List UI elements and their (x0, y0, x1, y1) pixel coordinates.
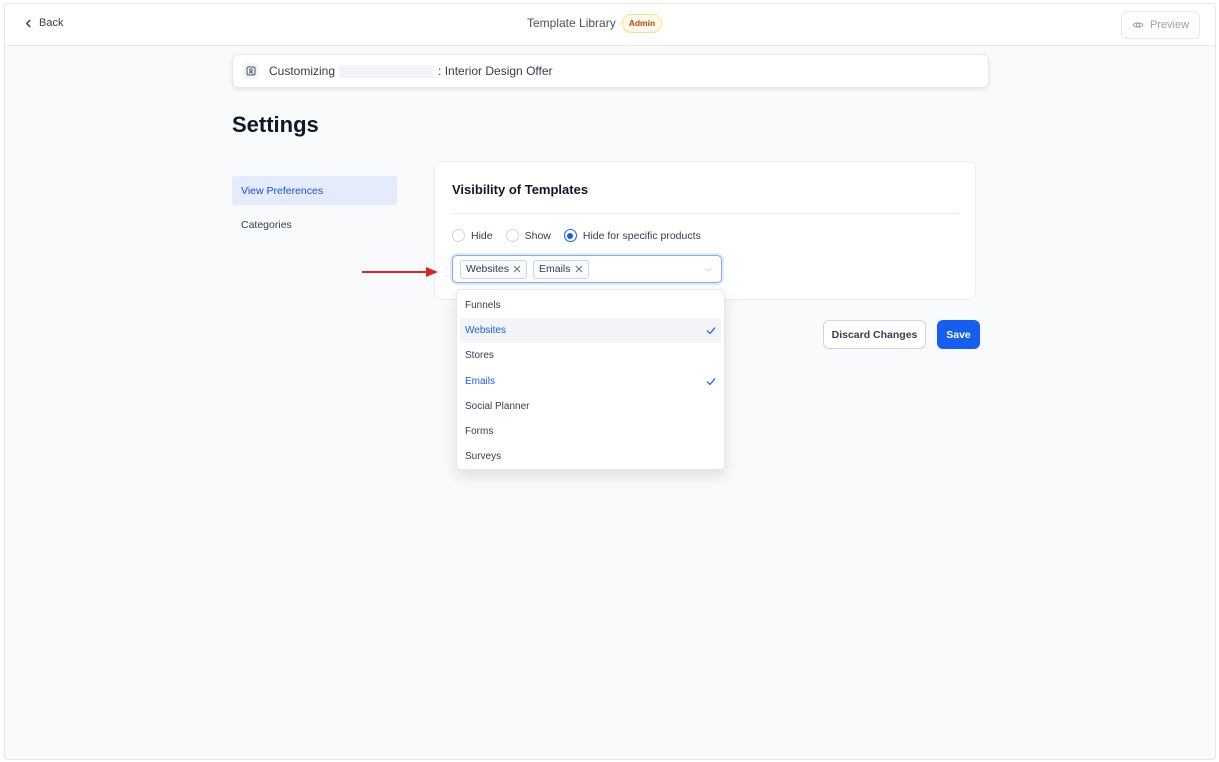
close-icon[interactable] (513, 265, 521, 273)
option-label: Websites (465, 325, 506, 337)
discard-changes-button[interactable]: Discard Changes (823, 320, 926, 349)
product-dropdown-menu: Funnels Websites Stores Emails Social Pl… (456, 289, 725, 470)
save-button[interactable]: Save (937, 320, 980, 349)
visibility-card: Visibility of Templates Hide Show Hide f… (434, 161, 976, 300)
option-label: Forms (465, 426, 494, 438)
selected-tag-emails: Emails (533, 259, 589, 279)
close-icon[interactable] (575, 265, 583, 273)
dropdown-option-surveys[interactable]: Surveys (460, 444, 721, 469)
app-frame: Back Template Library Admin Preview Cust… (4, 3, 1216, 760)
sidebar-item-label: Categories (241, 218, 292, 231)
selected-tag-websites: Websites (460, 259, 527, 279)
radio-show[interactable]: Show (505, 229, 551, 242)
red-arrow-annotation (362, 267, 438, 277)
sidebar-item-label: View Preferences (241, 184, 324, 197)
back-label: Back (39, 17, 64, 29)
customizing-prefix: Customizing (269, 64, 336, 78)
radio-label: Hide for specific products (582, 229, 701, 242)
top-bar: Back Template Library Admin Preview (5, 4, 1215, 46)
option-label: Funnels (465, 300, 501, 312)
option-label: Social Planner (465, 400, 530, 412)
sidebar-item-categories[interactable]: Categories (232, 210, 397, 239)
dropdown-option-social-planner[interactable]: Social Planner (460, 394, 721, 419)
preview-button[interactable]: Preview (1121, 11, 1200, 39)
dropdown-option-funnels[interactable]: Funnels (460, 293, 721, 318)
radio-circle (505, 229, 519, 242)
radio-hide-specific[interactable]: Hide for specific products (563, 229, 701, 242)
back-button[interactable]: Back (24, 17, 63, 29)
check-icon (706, 327, 716, 335)
page-title: Settings (232, 112, 319, 137)
radio-hide[interactable]: Hide (452, 229, 493, 242)
header-title-group: Template Library Admin (527, 14, 663, 33)
option-label: Surveys (465, 451, 502, 463)
card-title: Visibility of Templates (452, 182, 589, 197)
visibility-radio-group: Hide Show Hide for specific products (452, 229, 714, 242)
redacted-name (339, 64, 435, 78)
radio-label: Hide (471, 229, 493, 242)
eye-icon (1132, 22, 1144, 28)
tag-label: Emails (539, 263, 571, 275)
chevron-left-icon (25, 19, 31, 27)
chevron-down-icon (705, 267, 712, 272)
dropdown-option-emails[interactable]: Emails (460, 369, 721, 394)
customizing-bar: Customizing : Interior Design Offer (232, 54, 989, 88)
user-card-icon (243, 63, 259, 79)
check-icon (706, 377, 716, 385)
dropdown-option-forms[interactable]: Forms (460, 419, 721, 444)
option-label: Emails (465, 375, 496, 387)
radio-circle (452, 229, 465, 242)
radio-circle-selected (563, 229, 577, 242)
admin-badge: Admin (621, 14, 663, 33)
radio-label: Show (524, 229, 551, 242)
product-multiselect[interactable]: Websites Emails (452, 255, 722, 283)
divider (452, 213, 959, 214)
tag-label: Websites (466, 263, 509, 275)
dropdown-option-websites[interactable]: Websites (460, 318, 721, 344)
customizing-suffix: : Interior Design Offer (438, 64, 553, 78)
option-label: Stores (465, 350, 494, 362)
page-header-title: Template Library (527, 16, 616, 31)
dropdown-option-stores[interactable]: Stores (460, 343, 721, 368)
sidebar-item-view-preferences[interactable]: View Preferences (232, 176, 397, 205)
preview-label: Preview (1149, 19, 1190, 31)
